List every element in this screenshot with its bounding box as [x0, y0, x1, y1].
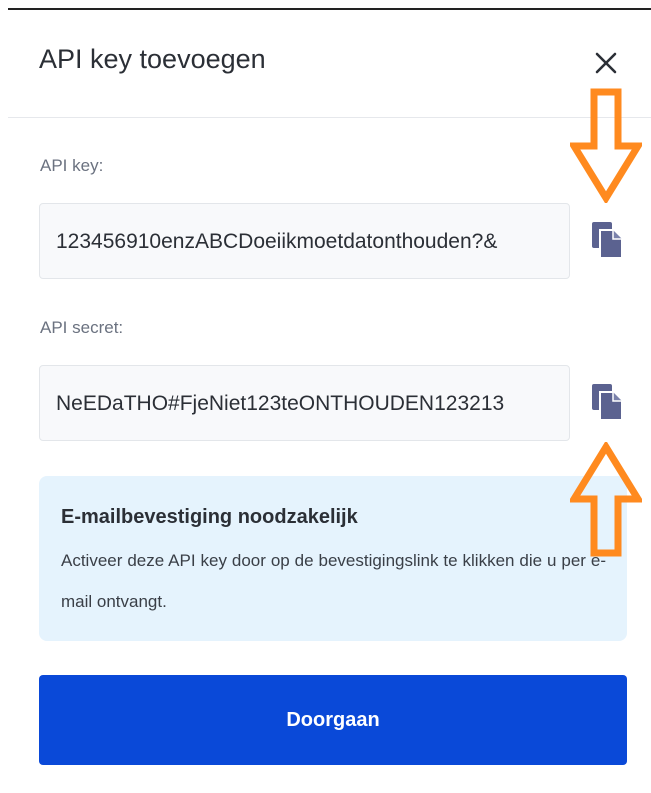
- close-button[interactable]: [590, 48, 622, 80]
- api-secret-field[interactable]: NeEDaTHO#FjeNiet123teONTHOUDEN123213: [39, 365, 570, 441]
- copy-icon: [592, 384, 623, 421]
- arrow-down-icon: [570, 88, 642, 203]
- continue-button[interactable]: Doorgaan: [39, 675, 627, 765]
- copy-api-secret-button[interactable]: [590, 382, 626, 422]
- modal-title: API key toevoegen: [39, 44, 266, 74]
- notice-body: Activeer deze API key door op de bevesti…: [61, 551, 606, 611]
- header-divider: [8, 117, 651, 118]
- close-icon: [595, 52, 617, 74]
- api-key-field[interactable]: 123456910enzABCDoeiikmoetdatonthouden?&: [39, 203, 570, 279]
- api-secret-label: API secret:: [40, 318, 124, 337]
- notice-title: E-mailbevestiging noodzakelijk: [61, 506, 358, 528]
- email-confirmation-notice: E-mailbevestiging noodzakelijk Activeer …: [39, 476, 627, 641]
- window-top-border: [8, 8, 651, 10]
- copy-icon: [592, 222, 623, 259]
- api-key-label: API key:: [40, 156, 104, 175]
- copy-api-key-button[interactable]: [590, 220, 626, 260]
